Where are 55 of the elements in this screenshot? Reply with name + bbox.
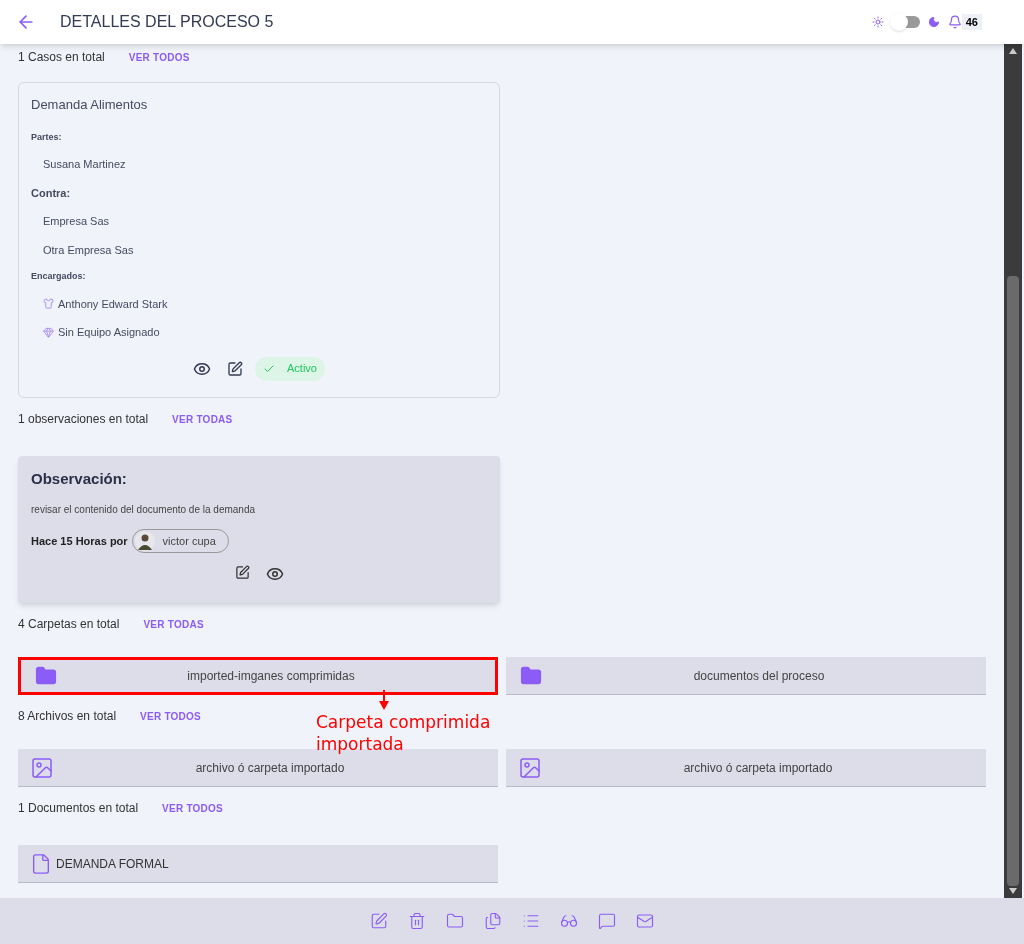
notification-count: 46 [961, 13, 982, 31]
file-item[interactable]: archivo ó carpeta importado [506, 749, 986, 787]
view-icon[interactable] [265, 565, 284, 583]
see-all-link[interactable]: VER TODOS [128, 50, 190, 65]
party-name: Empresa Sas [43, 214, 111, 229]
document-item[interactable]: DEMANDA FORMAL [18, 845, 498, 883]
summary-text: 1 observaciones en total [18, 410, 149, 428]
page-title: DETALLES DEL PROCESO 5 [60, 12, 274, 32]
scrollbar[interactable] [1004, 44, 1022, 898]
edit-icon[interactable] [227, 360, 243, 377]
summary-text: 1 Casos en total [18, 49, 105, 66]
observation-meta: Hace 15 Horas por [31, 533, 128, 549]
section-label: Encargados: [31, 270, 87, 283]
trash-icon[interactable] [408, 912, 426, 930]
edit-icon[interactable] [234, 565, 250, 580]
see-all-link[interactable]: VER TODOS [140, 709, 202, 724]
document-icon [30, 851, 52, 876]
folder-icon [33, 665, 59, 687]
folder-item[interactable]: documentos del proceso [506, 657, 986, 695]
folder-item[interactable]: imported-imganes comprimidas [18, 657, 498, 695]
scroll-down-icon[interactable] [1009, 888, 1017, 894]
party-name: Otra Empresa Sas [43, 242, 135, 258]
case-title: Demanda Alimentos [31, 96, 149, 114]
shirt-icon [43, 298, 54, 310]
summary-text: 8 Archivos en total [18, 708, 117, 725]
list-icon[interactable] [522, 912, 540, 930]
image-icon [518, 755, 542, 780]
folder-icon [518, 664, 544, 687]
section-label: Partes: [31, 130, 63, 144]
observation-title: Observación: [31, 468, 128, 489]
status-badge: Activo [255, 356, 325, 381]
see-all-link[interactable]: VER TODOS [162, 801, 224, 816]
folder-icon[interactable] [446, 912, 464, 930]
image-icon [30, 755, 54, 780]
sun-icon [871, 16, 884, 28]
assignee-name: Sin Equipo Asignado [58, 325, 160, 340]
mail-icon[interactable] [636, 912, 654, 930]
see-all-link[interactable]: VER TODAS [172, 411, 233, 427]
moon-icon [927, 16, 940, 28]
comment-icon[interactable] [598, 912, 616, 930]
avatar-icon [134, 531, 155, 551]
gem-icon [43, 326, 54, 338]
theme-toggle[interactable] [891, 16, 920, 28]
scroll-up-icon[interactable] [1009, 48, 1017, 54]
glasses-icon[interactable] [560, 912, 578, 930]
summary-text: 1 Documentos en total [18, 800, 139, 817]
files-icon[interactable] [484, 912, 502, 930]
annotation-arrow [379, 690, 389, 710]
summary-text: 4 Carpetas en total [18, 616, 120, 633]
see-all-link[interactable]: VER TODAS [143, 617, 204, 632]
observation-text: revisar el contenido del documento de la demanda [31, 503, 257, 517]
section-label: Contra: [31, 185, 72, 201]
assignee-name: Anthony Edward Stark [58, 296, 168, 312]
party-name: Susana Martinez [43, 157, 127, 172]
bell-icon[interactable] [947, 15, 962, 29]
